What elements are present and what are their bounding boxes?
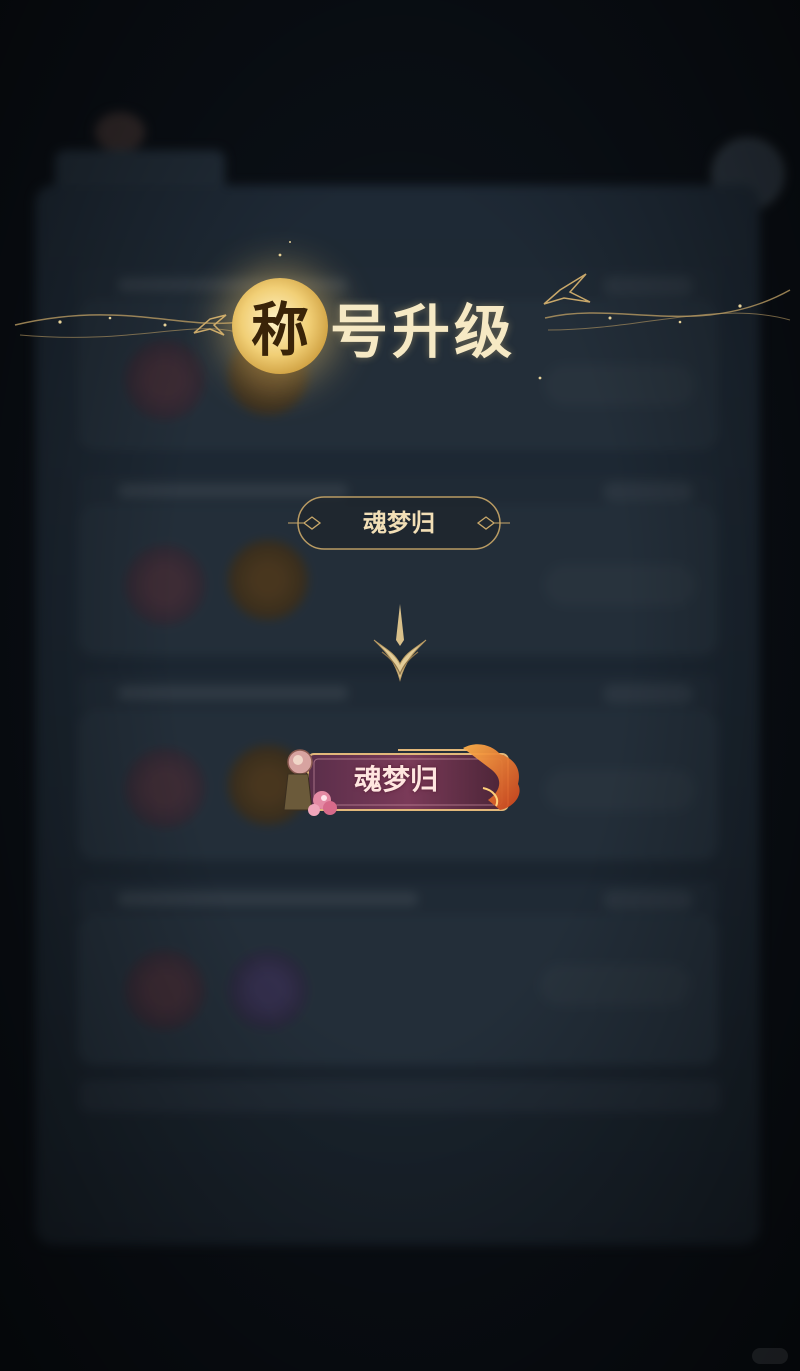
title-first-char: 称 bbox=[250, 296, 309, 364]
new-title-label: 魂梦归 bbox=[353, 763, 438, 796]
old-title-label: 魂梦归 bbox=[363, 508, 435, 537]
swallow-icon bbox=[193, 314, 227, 336]
popup-title: 号升级 bbox=[330, 298, 517, 366]
down-arrow-icon bbox=[373, 604, 427, 682]
watermark bbox=[752, 1348, 788, 1364]
